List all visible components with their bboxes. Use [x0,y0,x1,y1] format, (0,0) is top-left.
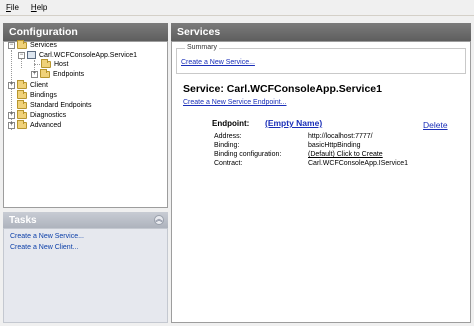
delete-endpoint-link[interactable]: Delete [423,120,448,130]
service-icon [27,51,36,59]
expand-icon[interactable]: + [31,70,38,78]
summary-label: Summary [185,44,219,51]
tree-label: Standard Endpoints [30,101,92,109]
folder-icon [17,99,27,109]
tree-item-host[interactable]: Host [41,58,69,69]
tree-label: Carl.WCFConsoleApp.Service1 [39,51,138,59]
collapse-chevron-icon[interactable]: ︽ [154,215,164,225]
menu-bar: File Help [0,0,474,16]
folder-icon [17,109,27,119]
tree-item-diagnostics[interactable]: + Diagnostics [8,109,67,120]
folder-icon [17,39,27,49]
folder-icon [17,79,27,89]
binding-value: basicHttpBinding [308,142,361,149]
contract-value: Carl.WCFConsoleApp.IService1 [308,160,408,167]
expand-icon[interactable]: + [8,111,15,119]
tree-label: Bindings [30,91,57,99]
folder-icon [41,58,51,68]
tree-label: Endpoints [53,70,85,78]
configuration-tree: − Services − Carl.WCFConsoleApp.Service1… [3,39,168,208]
services-header: Services [171,23,471,41]
services-title: Services [177,26,221,38]
folder-icon [17,119,27,129]
tree-item-services[interactable]: − Services [8,39,57,50]
tasks-title: Tasks [9,214,37,226]
folder-icon [17,89,27,99]
service-heading: Service: Carl.WCFConsoleApp.Service1 [183,83,382,95]
binding-key: Binding: [214,142,240,149]
services-body: Summary Create a New Service... Service:… [171,41,471,323]
binding-configuration-key: Binding configuration: [214,151,282,158]
tasks-header: Tasks ︽ [3,212,168,228]
expand-icon[interactable]: + [8,81,15,89]
contract-key: Contract: [214,160,243,167]
tree-item-bindings[interactable]: Bindings [17,89,57,100]
tasks-list: Create a New Service... Create a New Cli… [3,228,168,323]
menu-help[interactable]: Help [31,3,47,12]
summary-group: Summary Create a New Service... [176,44,466,74]
tree-label: Advanced [30,121,62,129]
folder-icon [40,68,50,78]
tree-item-advanced[interactable]: + Advanced [8,119,62,130]
create-service-link[interactable]: Create a New Service... [181,59,255,66]
tree-item-service1[interactable]: − Carl.WCFConsoleApp.Service1 [18,50,137,60]
tree-item-standard-endpoints[interactable]: Standard Endpoints [17,99,92,110]
tree-item-endpoints[interactable]: + Endpoints [31,68,85,79]
tree-label: Client [30,81,48,89]
endpoint-label: Endpoint: [212,119,250,128]
task-create-service-link[interactable]: Create a New Service... [10,233,84,240]
menu-file[interactable]: File [6,3,19,12]
configuration-title: Configuration [9,26,78,38]
endpoint-name-link[interactable]: (Empty Name) [265,118,322,128]
tree-item-client[interactable]: + Client [8,79,48,90]
collapse-icon[interactable]: − [8,41,15,49]
address-value: http://localhost:7777/ [308,133,373,140]
create-endpoint-link[interactable]: Create a New Service Endpoint... [183,99,287,106]
collapse-icon[interactable]: − [18,51,25,59]
binding-configuration-link[interactable]: (Default) Click to Create [308,151,383,158]
tree-label: Host [54,60,69,68]
configuration-header: Configuration [3,23,168,41]
expand-icon[interactable]: + [8,121,15,129]
address-key: Address: [214,133,242,140]
tree-label: Services [30,41,57,49]
task-create-client-link[interactable]: Create a New Client... [10,244,78,251]
tree-label: Diagnostics [30,111,67,119]
